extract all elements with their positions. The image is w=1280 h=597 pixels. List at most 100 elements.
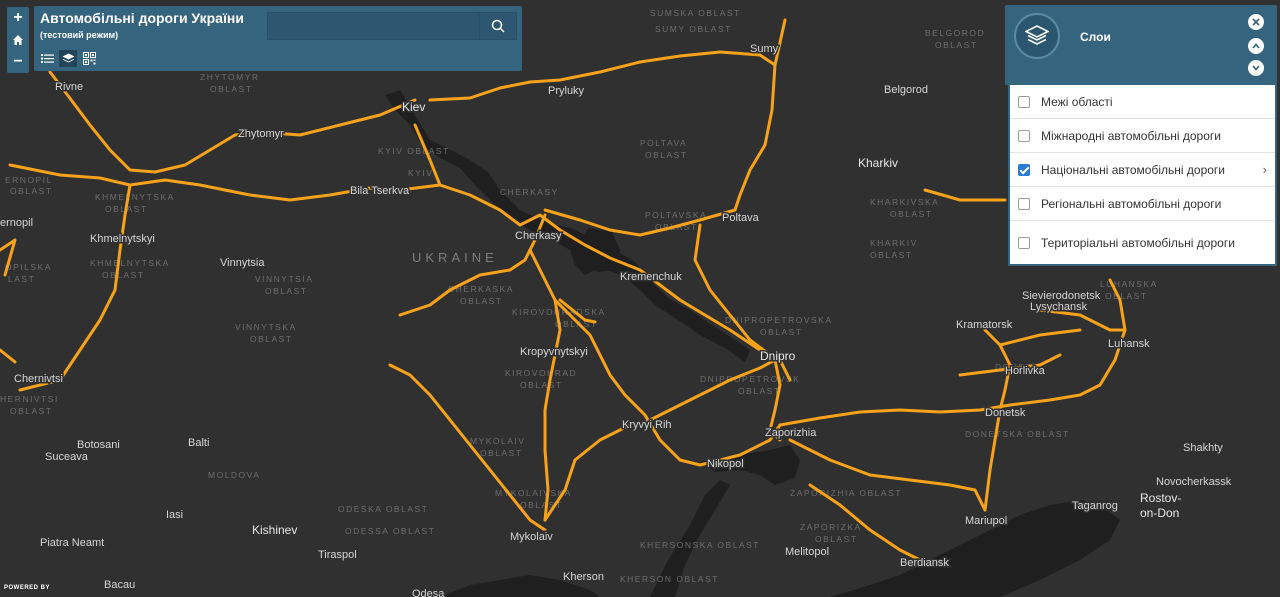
svg-text:ernopil: ernopil (0, 217, 33, 229)
layer-checkbox[interactable] (1018, 95, 1030, 108)
svg-text:ZAPORIZHIA OBLAST: ZAPORIZHIA OBLAST (790, 488, 902, 498)
layer-checkbox-checked[interactable] (1018, 163, 1030, 176)
svg-text:SUMSKA OBLAST: SUMSKA OBLAST (650, 8, 741, 18)
layer-item-national-roads[interactable]: Національні автомобільні дороги › (1010, 153, 1275, 187)
svg-text:Vinnytsia: Vinnytsia (220, 257, 265, 269)
svg-text:OBLAST: OBLAST (890, 209, 933, 219)
qr-code-button[interactable] (80, 50, 98, 67)
road-zaporizhia-mariupol (788, 438, 987, 512)
svg-text:MYKOLAIV: MYKOLAIV (470, 436, 525, 446)
legend-list-button[interactable] (38, 50, 56, 67)
svg-text:DNIPROPETROVSK: DNIPROPETROVSK (700, 374, 800, 384)
app-header: Автомобільні дороги України (тестовий ре… (34, 6, 522, 71)
svg-text:Iasi: Iasi (166, 509, 183, 521)
svg-text:Sumy: Sumy (750, 43, 779, 55)
svg-text:DONETSKA OBLAST: DONETSKA OBLAST (965, 429, 1070, 439)
layer-item-territorial-roads[interactable]: Територіальні автомобільні дороги (1010, 221, 1275, 265)
svg-text:KHERSON OBLAST: KHERSON OBLAST (620, 574, 719, 584)
svg-text:Luhansk: Luhansk (1108, 338, 1150, 350)
svg-text:HERNIVTSI: HERNIVTSI (0, 394, 59, 404)
collapse-up-button[interactable] (1248, 38, 1264, 54)
svg-text:KHARKIV: KHARKIV (870, 238, 918, 248)
layer-item-international-roads[interactable]: Міжнародні автомобільні дороги (1010, 119, 1275, 153)
svg-text:Belgorod: Belgorod (884, 84, 928, 96)
app-title: Автомобільні дороги України (40, 10, 244, 26)
search-icon (491, 19, 505, 33)
list-icon (40, 54, 54, 63)
home-button[interactable] (7, 29, 29, 51)
layer-checkbox[interactable] (1018, 197, 1030, 210)
svg-text:BELGOROD: BELGOROD (925, 28, 985, 38)
chevron-up-icon (1252, 43, 1260, 49)
search-button[interactable] (479, 13, 516, 39)
svg-text:POLTAVSKA: POLTAVSKA (645, 210, 707, 220)
svg-text:Bacau: Bacau (104, 579, 135, 591)
toolbar (38, 50, 98, 67)
chevron-right-icon[interactable]: › (1263, 162, 1267, 177)
road-sumy-poltava (733, 63, 777, 212)
svg-text:OBLAST: OBLAST (870, 250, 913, 260)
svg-text:KYIV OBLAST: KYIV OBLAST (378, 146, 450, 156)
road-luhansk-loop (998, 308, 1127, 347)
collapse-down-button[interactable] (1248, 60, 1264, 76)
svg-text:Rostov-: Rostov- (1140, 491, 1181, 505)
svg-text:Novocherkassk: Novocherkassk (1156, 476, 1232, 488)
svg-text:VINNYTSKA: VINNYTSKA (235, 322, 297, 332)
svg-text:OBLAST: OBLAST (210, 84, 253, 94)
svg-text:KHARKIVSKA: KHARKIVSKA (870, 197, 939, 207)
layer-checkbox[interactable] (1018, 237, 1030, 249)
layer-item-oblast-borders[interactable]: Межі області (1010, 85, 1275, 119)
national-roads (0, 18, 1127, 562)
svg-text:ERNOPIL: ERNOPIL (5, 175, 53, 185)
svg-text:Kropyvnytskyi: Kropyvnytskyi (520, 346, 588, 358)
svg-text:POLTAVA: POLTAVA (640, 138, 687, 148)
layer-label: Міжнародні автомобільні дороги (1041, 128, 1221, 143)
svg-text:OPILSKA: OPILSKA (5, 262, 52, 272)
layer-item-regional-roads[interactable]: Регіональні автомобільні дороги (1010, 187, 1275, 221)
svg-text:SUMY OBLAST: SUMY OBLAST (655, 24, 732, 34)
svg-text:on-Don: on-Don (1140, 506, 1179, 520)
svg-text:OBLAST: OBLAST (645, 150, 688, 160)
svg-text:Kryvyi Rih: Kryvyi Rih (622, 419, 672, 431)
svg-text:DNIPROPETROVSKA: DNIPROPETROVSKA (725, 315, 833, 325)
svg-text:UKRAINE: UKRAINE (412, 250, 498, 265)
svg-text:OBLAST: OBLAST (460, 296, 503, 306)
search-box (267, 12, 517, 40)
svg-text:Kherson: Kherson (563, 571, 604, 583)
layer-label: Територіальні автомобільні дороги (1041, 236, 1235, 250)
layer-label: Регіональні автомобільні дороги (1041, 196, 1222, 211)
svg-text:OBLAST: OBLAST (10, 186, 53, 196)
svg-text:OBLAST: OBLAST (738, 386, 781, 396)
zoom-control: + − (7, 7, 29, 73)
close-button[interactable] (1248, 14, 1264, 30)
layers-panel-icon (1014, 13, 1060, 59)
svg-text:VINNYTSIA: VINNYTSIA (255, 274, 313, 284)
svg-text:Cherkasy: Cherkasy (515, 230, 562, 242)
layer-checkbox[interactable] (1018, 129, 1030, 142)
search-input[interactable] (268, 13, 490, 39)
layers-toggle-button[interactable] (59, 50, 77, 67)
svg-text:Horlivka: Horlivka (1005, 365, 1046, 377)
powered-by-label: POWERED BY (4, 585, 51, 591)
svg-text:Berdiansk: Berdiansk (900, 557, 949, 569)
svg-text:Kharkiv: Kharkiv (858, 156, 898, 170)
svg-text:Zhytomyr: Zhytomyr (238, 128, 284, 140)
svg-text:Donetsk: Donetsk (985, 407, 1026, 419)
svg-text:Mariupol: Mariupol (965, 515, 1007, 527)
svg-text:Melitopol: Melitopol (785, 546, 829, 558)
chevron-down-icon (1252, 65, 1260, 71)
close-icon (1252, 18, 1260, 26)
svg-text:Nikopol: Nikopol (707, 458, 744, 470)
layers-list: Межі області Міжнародні автомобільні дор… (1008, 85, 1277, 266)
svg-text:ODESSA OBLAST: ODESSA OBLAST (345, 526, 435, 536)
layers-panel-header: Слои (1005, 5, 1277, 85)
svg-text:Tiraspol: Tiraspol (318, 549, 357, 561)
layer-label: Межі області (1041, 94, 1113, 109)
svg-text:Zaporizhia: Zaporizhia (765, 427, 817, 439)
zoom-in-button[interactable]: + (7, 7, 29, 29)
svg-text:OBLAST: OBLAST (480, 448, 523, 458)
zoom-out-button[interactable]: − (7, 51, 29, 73)
layers-icon (1025, 25, 1049, 45)
svg-text:KHMELNYTSKA: KHMELNYTSKA (90, 258, 170, 268)
svg-text:Piatra Neamt: Piatra Neamt (40, 537, 104, 549)
